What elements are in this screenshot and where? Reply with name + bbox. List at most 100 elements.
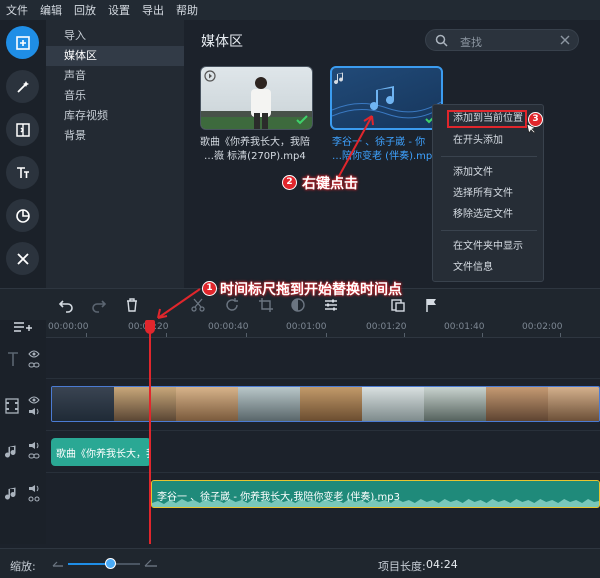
transition-icon — [15, 122, 30, 137]
zoom-out-icon[interactable] — [52, 560, 64, 568]
crop-icon[interactable] — [258, 297, 274, 313]
playhead-handle[interactable] — [145, 320, 155, 334]
import-media-tool[interactable] — [6, 26, 39, 59]
ruler-tick — [482, 333, 483, 337]
zoom-label: 缩放: — [10, 560, 36, 573]
category-import[interactable]: 导入 — [46, 26, 184, 46]
color-adjust-icon[interactable] — [290, 297, 306, 313]
add-track-icon[interactable] — [12, 320, 34, 334]
media-item-video[interactable] — [200, 66, 313, 130]
video-frame — [486, 387, 548, 421]
media-item-audio[interactable] — [330, 66, 443, 130]
media-item-video-label: 歌曲《你养我长大，我陪 …嶶 标清(270P).mp4 — [200, 136, 320, 164]
ctx-add-files[interactable]: 添加文件 — [433, 164, 543, 182]
category-list: 导入 媒体区 声音 音乐 库存视频 背景 — [46, 20, 184, 288]
clear-icon[interactable] — [559, 34, 571, 46]
effects-tool[interactable] — [6, 70, 39, 103]
ctx-file-info[interactable]: 文件信息 — [433, 259, 543, 277]
track-divider — [46, 378, 600, 379]
menu-export[interactable]: 导出 — [142, 2, 164, 18]
ruler-label: 00:02:00 — [522, 322, 563, 332]
video-frame — [114, 387, 176, 421]
ctx-add-at-start[interactable]: 在开头添加 — [433, 132, 543, 150]
music-track-icon — [5, 487, 16, 500]
clip-properties-icon[interactable] — [323, 297, 339, 313]
ruler-tick — [560, 333, 561, 337]
text-icon — [16, 166, 29, 178]
record-voice-icon[interactable] — [390, 297, 406, 313]
ruler-label: 00:00:40 — [208, 322, 249, 332]
audio-clip-accompaniment[interactable]: 李谷一 、徐子崴 - 你养我长大,我陪你变老 (伴奏).mp3 — [151, 480, 600, 508]
ctx-separator — [441, 156, 537, 157]
visibility-eye-icon[interactable] — [28, 350, 40, 358]
time-ruler[interactable]: 00:00:00 00:00:20 00:00:40 00:01:00 00:0… — [46, 320, 600, 338]
cut-icon[interactable] — [190, 297, 206, 313]
status-bar: 缩放: 项目长度: 04:24 — [0, 548, 600, 578]
panel-title: 媒体区 — [201, 34, 243, 50]
tools-icon — [16, 252, 29, 265]
category-music[interactable]: 音乐 — [46, 86, 184, 106]
ctx-separator — [441, 230, 537, 231]
menu-bar: 文件 编辑 回放 设置 导出 帮助 — [0, 0, 600, 20]
video-frame — [238, 387, 300, 421]
video-frame — [176, 387, 238, 421]
project-length-value: 04:24 — [426, 558, 458, 571]
menu-file[interactable]: 文件 — [6, 2, 28, 18]
ruler-label: 00:01:00 — [286, 322, 327, 332]
media-item-video-line2: …嶶 标清(270P).mp4 — [204, 151, 306, 162]
transitions-tool[interactable] — [6, 113, 39, 146]
audio-clip-original[interactable]: 歌曲《你养我长大，我 — [51, 438, 151, 466]
speaker-icon[interactable] — [28, 441, 40, 450]
ruler-tick — [326, 333, 327, 337]
zoom-in-icon[interactable] — [144, 559, 158, 568]
ruler-label: 00:00:00 — [48, 322, 89, 332]
ruler-label: 00:01:40 — [444, 322, 485, 332]
delete-icon[interactable] — [124, 297, 140, 313]
stickers-tool[interactable] — [6, 199, 39, 232]
step-badge-3: 3 — [528, 112, 543, 127]
video-frame — [424, 387, 486, 421]
search-placeholder: 查找 — [460, 36, 482, 49]
ctx-remove-selected[interactable]: 移除选定文件 — [433, 206, 543, 224]
pie-clock-icon — [15, 208, 30, 223]
ctx-show-in-folder[interactable]: 在文件夹中显示 — [433, 238, 543, 256]
video-clip[interactable] — [51, 386, 600, 422]
video-frame — [548, 387, 599, 421]
category-backgrounds[interactable]: 背景 — [46, 126, 184, 146]
titles-tool[interactable] — [6, 156, 39, 189]
link-icon[interactable] — [28, 361, 40, 369]
audio-waveform — [152, 499, 599, 507]
unlink-icon[interactable] — [28, 495, 40, 503]
speaker-icon[interactable] — [28, 484, 40, 493]
text-track-icon — [8, 352, 18, 366]
category-stock-video[interactable]: 库存视频 — [46, 106, 184, 126]
video-frame — [52, 387, 114, 421]
category-sounds[interactable]: 声音 — [46, 66, 184, 86]
ctx-add-at-current-position[interactable]: 添加到当前位置 — [447, 110, 527, 128]
redo-icon[interactable] — [91, 297, 107, 313]
visibility-eye-icon[interactable] — [28, 396, 40, 404]
menu-help[interactable]: 帮助 — [176, 2, 198, 18]
menu-settings[interactable]: 设置 — [108, 2, 130, 18]
menu-playback[interactable]: 回放 — [74, 2, 96, 18]
video-track-icon — [5, 398, 19, 414]
link-icon[interactable] — [28, 452, 40, 460]
speaker-icon[interactable] — [28, 407, 40, 416]
undo-icon[interactable] — [58, 297, 74, 313]
timeline-tracks: 歌曲《你养我长大，我 李谷一 、徐子崴 - 你养我长大,我陪你变老 (伴奏).m… — [46, 338, 600, 544]
ruler-label: 00:01:20 — [366, 322, 407, 332]
track-divider — [46, 430, 600, 431]
project-length-label: 项目长度: — [378, 560, 426, 573]
playhead-line[interactable] — [149, 320, 151, 544]
menu-edit[interactable]: 编辑 — [40, 2, 62, 18]
ctx-select-all[interactable]: 选择所有文件 — [433, 185, 543, 203]
zoom-slider-handle[interactable] — [105, 558, 117, 569]
video-frame — [362, 387, 424, 421]
marker-flag-icon[interactable] — [423, 297, 439, 313]
search-input[interactable]: 查找 — [425, 29, 579, 51]
annotation-step2: 右键点击 — [302, 176, 358, 192]
more-tools[interactable] — [6, 242, 39, 275]
video-frame — [300, 387, 362, 421]
category-media-bin[interactable]: 媒体区 — [46, 46, 184, 66]
rotate-icon[interactable] — [224, 297, 240, 313]
